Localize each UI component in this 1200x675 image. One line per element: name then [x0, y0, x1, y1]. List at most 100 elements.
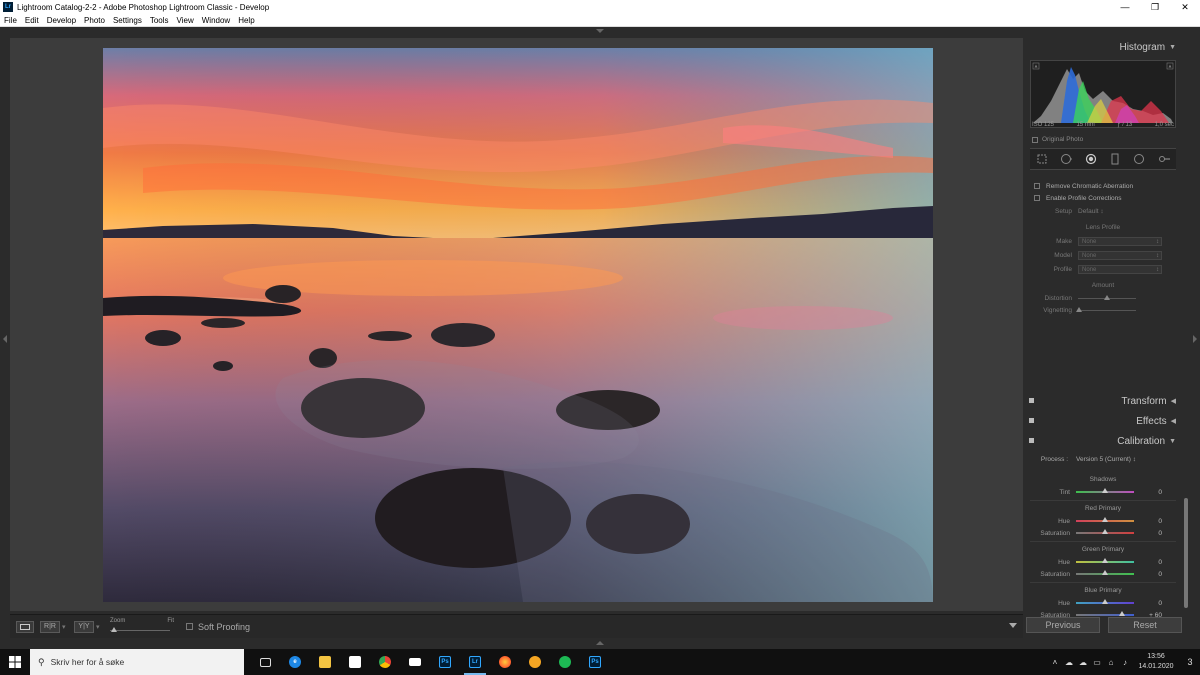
taskbar-search-input[interactable]: ⚲ Skriv her for å søke: [30, 649, 244, 675]
calibration-panel-header[interactable]: Calibration ▼: [1026, 432, 1182, 450]
taskbar-photoshop-2[interactable]: Ps: [580, 649, 610, 675]
red-eye-tool-icon[interactable]: [1085, 153, 1097, 165]
taskbar-lightroom[interactable]: Lr: [460, 649, 490, 675]
taskbar-clock[interactable]: 13:56 14.01.2020: [1132, 652, 1180, 672]
expand-triangle-icon[interactable]: ◀: [1171, 417, 1176, 425]
start-button[interactable]: [0, 649, 30, 675]
right-panel-toggle-icon[interactable]: [1193, 335, 1197, 343]
process-select[interactable]: Version 5 (Current) ↕: [1076, 456, 1136, 463]
expand-triangle-icon[interactable]: ◀: [1171, 397, 1176, 405]
menu-file[interactable]: File: [0, 16, 21, 25]
zoom-slider-thumb[interactable]: [111, 626, 117, 632]
green-hue-slider-thumb[interactable]: [1102, 558, 1108, 563]
green-saturation-slider[interactable]: [1076, 570, 1134, 575]
taskbar-app-orange[interactable]: [520, 649, 550, 675]
enable-profile-checkbox[interactable]: [1034, 195, 1040, 201]
red-hue-slider[interactable]: [1076, 517, 1134, 522]
menu-settings[interactable]: Settings: [109, 16, 146, 25]
remove-ca-checkbox[interactable]: [1034, 183, 1040, 189]
scrollbar-thumb[interactable]: [1184, 498, 1188, 608]
photo-preview[interactable]: [103, 48, 933, 602]
panel-switch-icon[interactable]: [1029, 418, 1034, 423]
zoom-control[interactable]: Zoom Fit: [110, 618, 174, 636]
soft-proofing-toggle[interactable]: Soft Proofing: [186, 622, 250, 632]
collapse-triangle-icon[interactable]: ▼: [1169, 438, 1176, 445]
taskbar-photoshop-1[interactable]: Ps: [430, 649, 460, 675]
taskbar-spotify[interactable]: [550, 649, 580, 675]
vignetting-slider[interactable]: [1076, 306, 1136, 312]
zoom-slider-track[interactable]: [110, 629, 170, 631]
menu-develop[interactable]: Develop: [43, 16, 80, 25]
red-saturation-slider[interactable]: [1076, 529, 1134, 534]
taskbar-file-explorer[interactable]: [310, 649, 340, 675]
close-button[interactable]: ✕: [1170, 0, 1200, 14]
vignetting-slider-thumb[interactable]: [1076, 306, 1082, 312]
before-after-rr-button[interactable]: R|R: [40, 620, 60, 633]
graduated-filter-tool-icon[interactable]: [1109, 153, 1121, 165]
crop-tool-icon[interactable]: [1036, 153, 1048, 165]
histogram-graph[interactable]: [1030, 60, 1176, 128]
enable-profile-toggle[interactable]: Enable Profile Corrections: [1030, 192, 1176, 204]
green-hue-slider[interactable]: [1076, 558, 1134, 563]
show-hidden-icons-icon[interactable]: ˄: [1048, 658, 1062, 667]
volume-icon[interactable]: ♪: [1118, 658, 1132, 667]
spot-removal-tool-icon[interactable]: [1060, 153, 1073, 165]
menu-window[interactable]: Window: [198, 16, 234, 25]
original-photo-checkbox[interactable]: [1032, 136, 1038, 143]
collapse-triangle-icon[interactable]: ▼: [1169, 44, 1176, 51]
toolbar-options-dropdown-icon[interactable]: [1009, 623, 1017, 628]
view-mode-dropdown-icon[interactable]: ▾: [62, 623, 68, 631]
right-panel-scrollbar[interactable]: [1183, 38, 1189, 611]
green-saturation-slider-thumb[interactable]: [1102, 570, 1108, 575]
panel-switch-icon[interactable]: [1029, 438, 1034, 443]
display-icon[interactable]: ▭: [1090, 658, 1104, 667]
effects-panel-header[interactable]: Effects ◀: [1026, 412, 1182, 430]
menu-photo[interactable]: Photo: [80, 16, 109, 25]
menu-view[interactable]: View: [173, 16, 198, 25]
red-saturation-slider-thumb[interactable]: [1102, 529, 1108, 534]
blue-hue-slider[interactable]: [1076, 599, 1134, 604]
blue-saturation-slider-thumb[interactable]: [1119, 611, 1126, 616]
taskbar-firefox[interactable]: [490, 649, 520, 675]
setup-value[interactable]: Default ↕: [1078, 208, 1104, 215]
previous-button[interactable]: Previous: [1026, 617, 1100, 633]
make-select[interactable]: None: [1078, 236, 1162, 246]
network-icon[interactable]: ⌂: [1104, 658, 1118, 667]
red-hue-slider-thumb[interactable]: [1102, 517, 1108, 522]
taskbar-mail[interactable]: [400, 649, 430, 675]
cloud-icon[interactable]: ☁: [1062, 658, 1076, 667]
radial-filter-tool-icon[interactable]: [1133, 153, 1145, 165]
menu-help[interactable]: Help: [234, 16, 258, 25]
original-photo-toggle[interactable]: Original Photo: [1032, 136, 1083, 143]
left-panel-toggle-icon[interactable]: [3, 335, 7, 343]
remove-ca-toggle[interactable]: Remove Chromatic Aberration: [1030, 180, 1176, 192]
onedrive-icon[interactable]: ☁: [1076, 658, 1090, 667]
maximize-button[interactable]: ❐: [1140, 0, 1170, 14]
reset-button[interactable]: Reset: [1108, 617, 1182, 633]
profile-select[interactable]: None: [1078, 264, 1162, 274]
adjustment-brush-tool-icon[interactable]: [1158, 153, 1170, 165]
tint-slider[interactable]: [1076, 488, 1134, 493]
histogram-panel-header[interactable]: Histogram ▼: [1026, 38, 1182, 56]
blue-hue-slider-thumb[interactable]: [1102, 599, 1108, 604]
filmstrip-toggle-icon[interactable]: [596, 641, 604, 645]
tint-slider-thumb[interactable]: [1102, 488, 1108, 493]
loupe-view-button[interactable]: [16, 620, 34, 633]
notification-center-button[interactable]: 3: [1180, 657, 1200, 667]
menu-edit[interactable]: Edit: [21, 16, 43, 25]
before-after-dropdown-icon[interactable]: ▾: [96, 623, 102, 631]
task-view-button[interactable]: [250, 649, 280, 675]
menu-tools[interactable]: Tools: [146, 16, 173, 25]
blue-saturation-slider[interactable]: [1076, 611, 1134, 616]
setup-row[interactable]: Setup Default ↕: [1030, 204, 1176, 218]
taskbar-edge[interactable]: e: [280, 649, 310, 675]
transform-panel-header[interactable]: Transform ◀: [1026, 392, 1182, 410]
soft-proofing-checkbox[interactable]: [186, 623, 193, 630]
model-select[interactable]: None: [1078, 250, 1162, 260]
distortion-slider-thumb[interactable]: [1104, 294, 1110, 300]
minimize-button[interactable]: —: [1110, 0, 1140, 14]
distortion-slider[interactable]: [1078, 294, 1136, 300]
taskbar-chrome[interactable]: [370, 649, 400, 675]
before-after-yy-button[interactable]: Y|Y: [74, 620, 94, 633]
top-panel-toggle-icon[interactable]: [596, 29, 604, 33]
